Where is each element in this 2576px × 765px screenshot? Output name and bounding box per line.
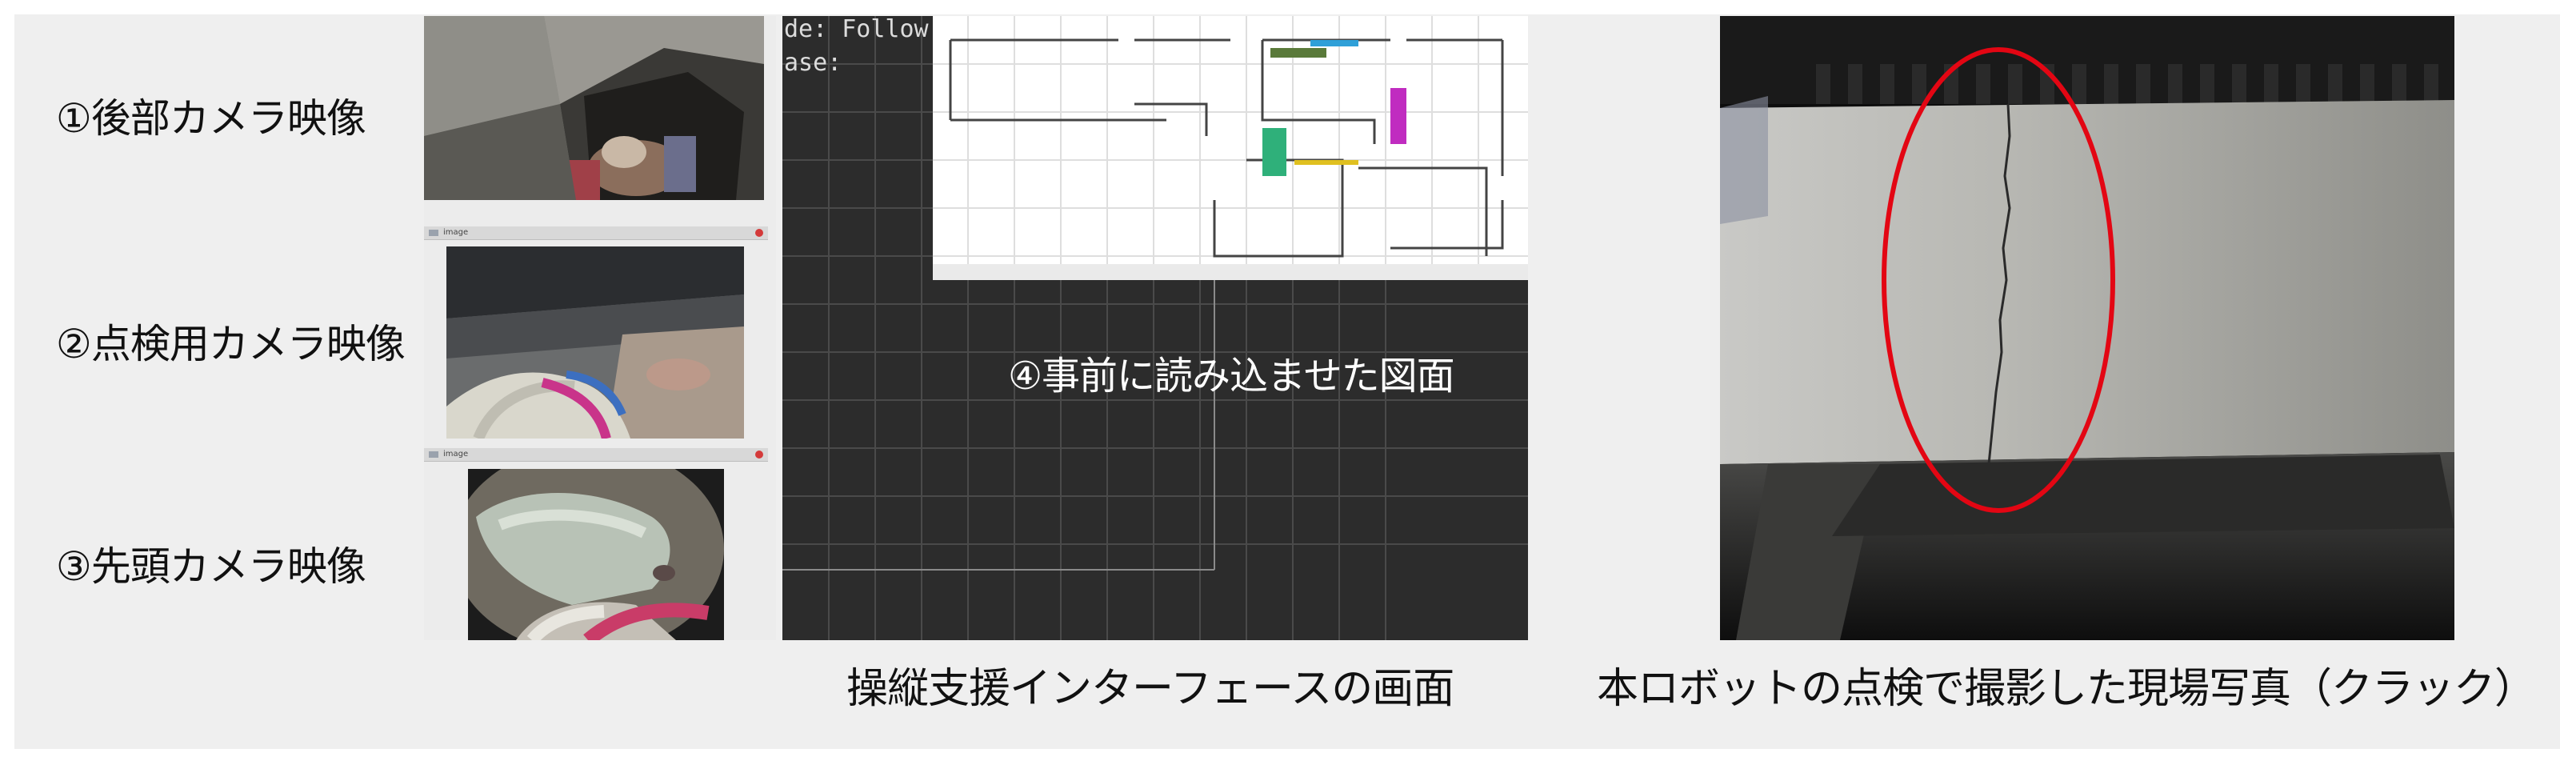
map-phase-readout: ase: — [784, 49, 842, 77]
map-view[interactable]: de: Follow ase: ④事前に読み込ませた図面 — [782, 16, 1528, 640]
camera-feeds-column: image image — [424, 16, 776, 640]
interface-screen-caption: 操縦支援インターフェースの画面 — [846, 665, 1454, 713]
front-camera-feed — [468, 469, 724, 640]
inspection-camera-titlebar[interactable]: image — [424, 226, 768, 240]
site-photo — [1720, 16, 2454, 640]
crack-photo-image — [1720, 16, 2454, 640]
rear-camera-feed — [424, 16, 764, 200]
inspection-camera-caption: ②点検用カメラ映像 — [56, 321, 406, 367]
front-camera-caption: ③先頭カメラ映像 — [56, 543, 366, 590]
window-title: image — [443, 450, 469, 459]
front-camera-image — [468, 469, 724, 640]
image-icon — [429, 451, 438, 458]
rear-camera-caption: ①後部カメラ映像 — [56, 95, 366, 142]
inspection-camera-image — [446, 246, 744, 439]
close-icon[interactable] — [755, 229, 763, 237]
map-mode-readout: de: Follow — [784, 16, 929, 43]
rear-camera-image — [424, 16, 764, 200]
image-icon — [429, 230, 438, 236]
front-camera-titlebar[interactable]: image — [424, 448, 768, 462]
map-grid — [782, 16, 1528, 640]
site-photo-caption: 本ロボットの点検で撮影した現場写真（クラック） — [1597, 665, 2536, 713]
close-icon[interactable] — [755, 451, 763, 459]
preloaded-drawing-caption: ④事前に読み込ませた図面 — [1008, 354, 1455, 399]
window-title: image — [443, 228, 469, 237]
inspection-camera-feed — [446, 246, 744, 439]
